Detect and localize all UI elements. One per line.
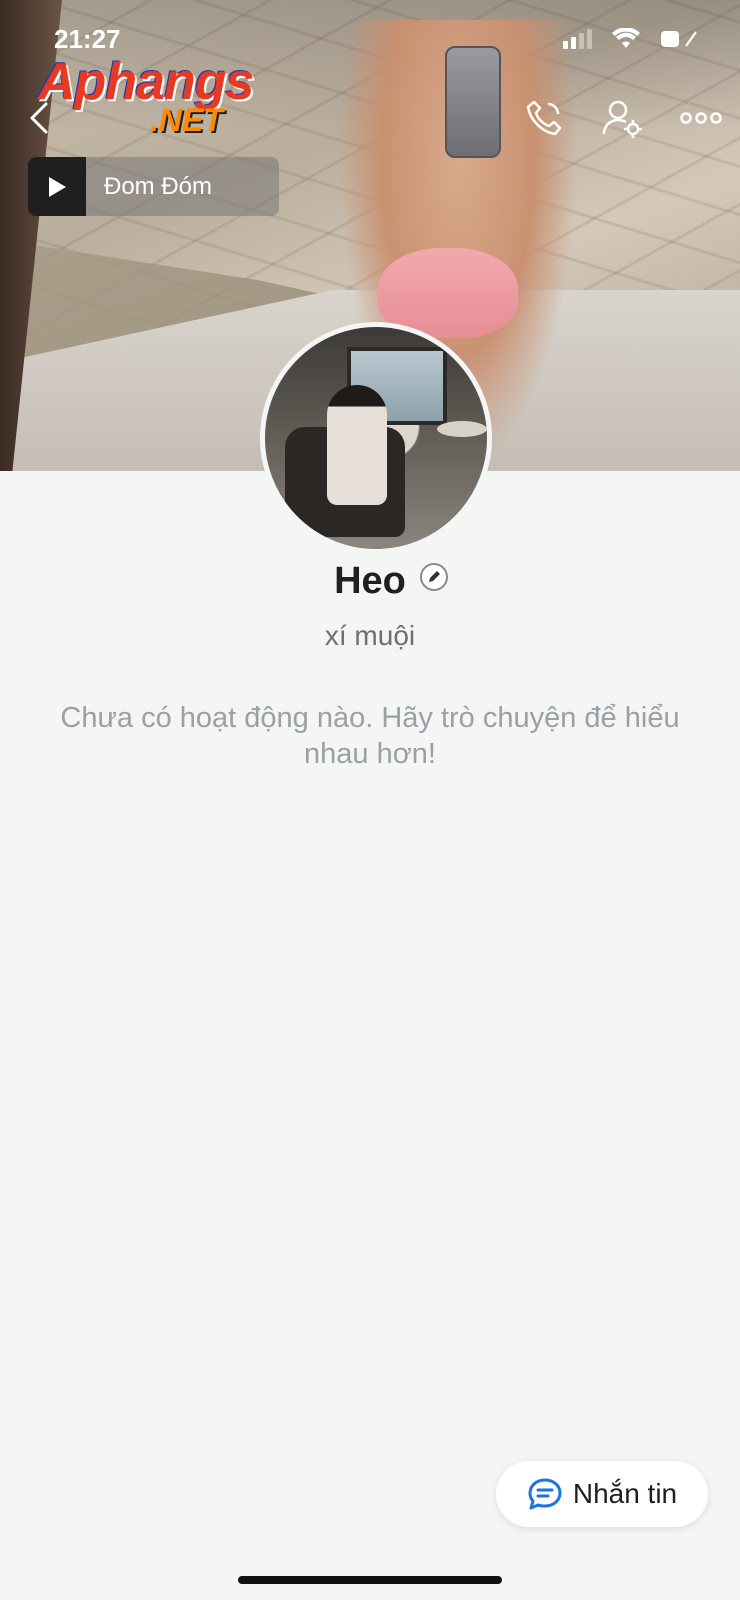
profile-name: Heo [334, 560, 406, 602]
status-icons [563, 28, 700, 50]
profile-settings-button[interactable] [602, 98, 644, 140]
music-cover [28, 157, 86, 216]
watermark-suffix: .NET [150, 102, 223, 138]
avatar[interactable] [260, 322, 492, 554]
status-time: 21:27 [54, 24, 121, 54]
message-button[interactable]: Nhắn tin [496, 1461, 708, 1527]
phone-icon [526, 100, 562, 136]
avatar-person [327, 385, 387, 505]
chevron-left-icon [30, 102, 48, 134]
pencil-icon [429, 571, 440, 582]
more-dots-icon [680, 112, 722, 124]
profile-name-row: Heo [0, 560, 740, 603]
cover-phone [445, 46, 501, 158]
call-button[interactable] [524, 98, 564, 138]
profile-bio: xí muội [324, 620, 416, 651]
chat-bubble-icon [528, 1478, 562, 1510]
signal-icon [563, 29, 592, 49]
wifi-icon [612, 28, 640, 50]
play-icon [49, 176, 66, 197]
edit-name-button[interactable] [420, 563, 448, 591]
profile-music[interactable]: Đom Đóm [28, 157, 279, 216]
watermark-logo: Aphangs .NET [38, 52, 268, 142]
home-indicator [238, 1576, 502, 1584]
user-settings-icon [602, 100, 642, 138]
battery-icon [660, 28, 700, 50]
message-button-label: Nhắn tin [572, 1478, 678, 1509]
empty-activity-message: Chưa có hoạt động nào. Hãy trò chuyện để… [60, 702, 680, 770]
music-title: Đom Đóm [104, 172, 213, 200]
avatar-hat [437, 421, 487, 437]
more-options-button[interactable] [680, 106, 722, 130]
back-button[interactable] [26, 100, 56, 136]
